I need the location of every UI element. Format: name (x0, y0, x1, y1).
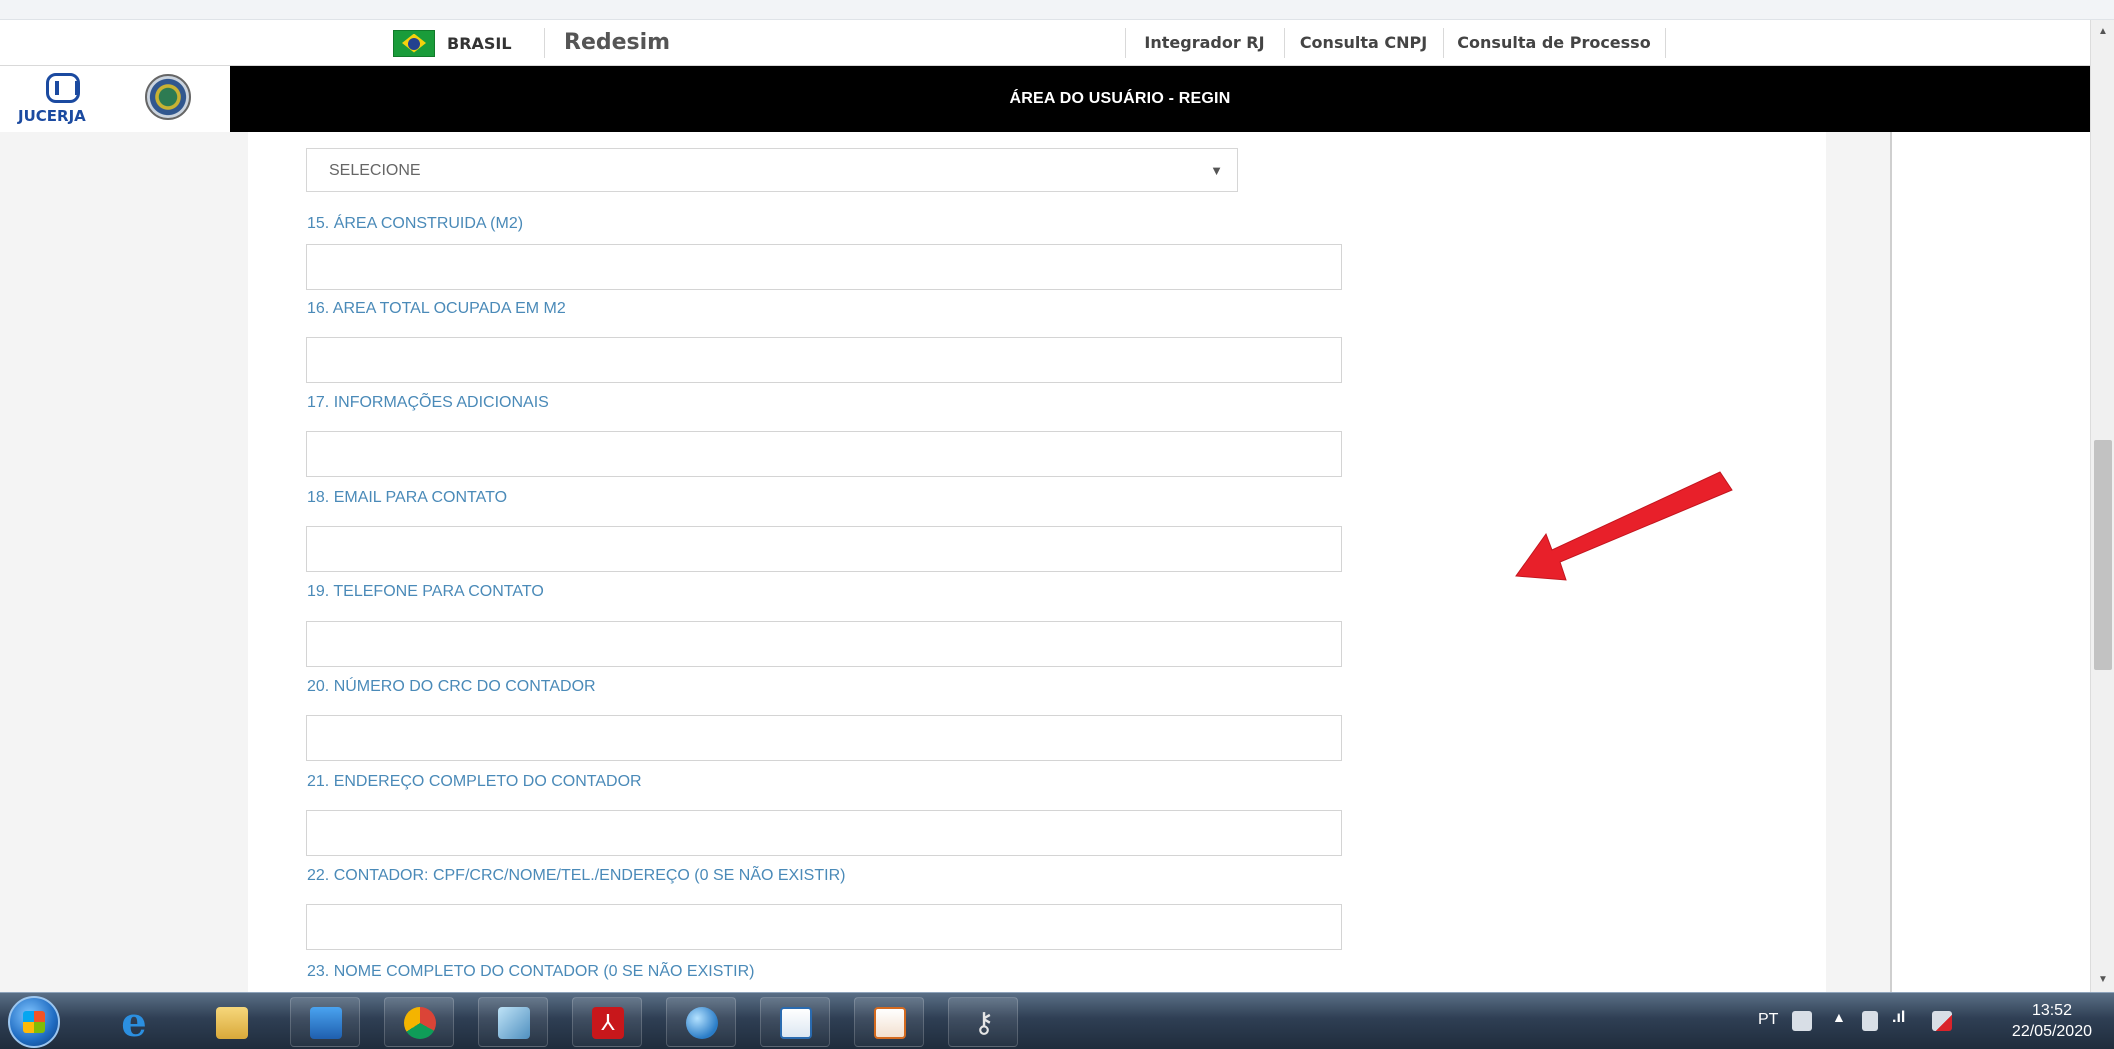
gov-top-bar: BRASIL Redesim Integrador RJ Consulta CN… (0, 20, 2090, 66)
page-scrollbar[interactable]: ▲ ▼ (2090, 20, 2114, 992)
field-label-21: 21. ENDEREÇO COMPLETO DO CONTADOR (307, 773, 642, 790)
writer-document-taskbar-button[interactable] (760, 997, 830, 1047)
scroll-down-icon[interactable]: ▼ (2091, 968, 2114, 992)
notepad-icon (498, 1007, 530, 1039)
brazil-flag-icon (393, 29, 435, 57)
power-icon[interactable] (1862, 1011, 1878, 1031)
adobe-reader-taskbar-button[interactable]: ⅄ (572, 997, 642, 1047)
adobe-pdf-icon: ⅄ (592, 1007, 624, 1039)
chrome-taskbar-button[interactable] (384, 997, 454, 1047)
accountant-details-input[interactable] (306, 904, 1342, 950)
chevron-down-icon: ▼ (1210, 163, 1223, 178)
field-label-19: 19. TELEFONE PARA CONTATO (307, 583, 544, 600)
notepad-taskbar-button[interactable] (478, 997, 548, 1047)
jucerja-logo[interactable]: JUCERJA (18, 71, 118, 127)
page-title: ÁREA DO USUÁRIO - REGIN (1009, 90, 1231, 107)
jucerja-logo-text: JUCERJA (18, 107, 86, 125)
network-error-icon[interactable] (1932, 1011, 1952, 1031)
additional-info-input[interactable] (306, 431, 1342, 477)
divider (544, 28, 545, 58)
state-seal-icon (145, 74, 191, 120)
brasil-link[interactable]: BRASIL (393, 20, 512, 66)
total-area-input[interactable] (306, 337, 1342, 383)
divider (1665, 28, 1666, 58)
field-label-22: 22. CONTADOR: CPF/CRC/NOME/TEL./ENDEREÇO… (307, 867, 846, 884)
media-player-taskbar-button[interactable] (290, 997, 360, 1047)
accountant-address-input[interactable] (306, 810, 1342, 856)
clock-time: 13:52 (2031, 1002, 2072, 1019)
media-player-icon (310, 1007, 342, 1039)
field-label-17: 17. INFORMAÇÕES ADICIONAIS (307, 394, 549, 411)
language-indicator[interactable]: PT (1758, 1011, 1778, 1029)
redesim-link[interactable]: Redesim (564, 20, 670, 66)
right-margin (1826, 132, 1890, 992)
presentation-icon (874, 1007, 906, 1039)
signal-icon[interactable]: .ıl (1892, 1009, 1905, 1027)
select-value: SELECIONE (329, 162, 421, 179)
impress-presentation-taskbar-button[interactable] (854, 997, 924, 1047)
logo-area: JUCERJA (0, 66, 230, 132)
internet-explorer-taskbar-button[interactable]: e (98, 997, 168, 1047)
clock[interactable]: 13:52 22/05/2020 (2012, 1000, 2092, 1042)
internet-explorer-icon: e (121, 999, 147, 1046)
red-arrow-icon (1515, 471, 1733, 581)
jucerja-mark-icon (46, 73, 80, 103)
chrome-icon (404, 1007, 436, 1039)
show-hidden-icons-icon[interactable]: ▲ (1832, 1009, 1846, 1025)
field-label-16: 16. AREA TOTAL OCUPADA EM M2 (307, 300, 566, 317)
file-explorer-taskbar-button[interactable] (196, 997, 266, 1047)
document-icon (780, 1007, 812, 1039)
consulta-cnpj-link[interactable]: Consulta CNPJ (1285, 20, 1442, 66)
field-label-15: 15. ÁREA CONSTRUIDA (M2) (307, 215, 524, 232)
start-button[interactable] (8, 996, 60, 1048)
consulta-processo-link[interactable]: Consulta de Processo (1444, 20, 1664, 66)
browser-top-strip (0, 0, 2114, 20)
built-area-input[interactable] (306, 244, 1342, 290)
field-label-20: 20. NÚMERO DO CRC DO CONTADOR (307, 678, 596, 695)
keyboard-icon[interactable] (1792, 1011, 1812, 1031)
field-label-23: 23. NOME COMPLETO DO CONTADOR (0 SE NÃO … (307, 963, 755, 980)
scroll-up-icon[interactable]: ▲ (2091, 20, 2114, 44)
globe-icon (686, 1007, 718, 1039)
folder-icon (216, 1007, 248, 1039)
right-panel (1890, 132, 2090, 992)
field-label-18: 18. EMAIL PARA CONTATO (307, 489, 508, 506)
clock-date: 22/05/2020 (2011, 1023, 2092, 1040)
network-globe-taskbar-button[interactable] (666, 997, 736, 1047)
integrador-rj-link[interactable]: Integrador RJ (1126, 20, 1283, 66)
brasil-label: BRASIL (447, 33, 512, 53)
activity-select[interactable]: SELECIONE ▼ (306, 148, 1238, 192)
keys-icon: ⚷ (973, 1007, 995, 1038)
left-margin (0, 132, 248, 992)
system-tray: PT ▲ .ıl 13:52 22/05/2020 (1740, 993, 2114, 1049)
windows-taskbar: e ⅄ ⚷ PT ▲ .ıl 13:52 22/05/2020 (0, 992, 2114, 1049)
scroll-thumb[interactable] (2094, 440, 2112, 670)
contact-phone-input[interactable] (306, 621, 1342, 667)
keys-utility-taskbar-button[interactable]: ⚷ (948, 997, 1018, 1047)
accountant-crc-input[interactable] (306, 715, 1342, 761)
contact-email-input[interactable] (306, 526, 1342, 572)
